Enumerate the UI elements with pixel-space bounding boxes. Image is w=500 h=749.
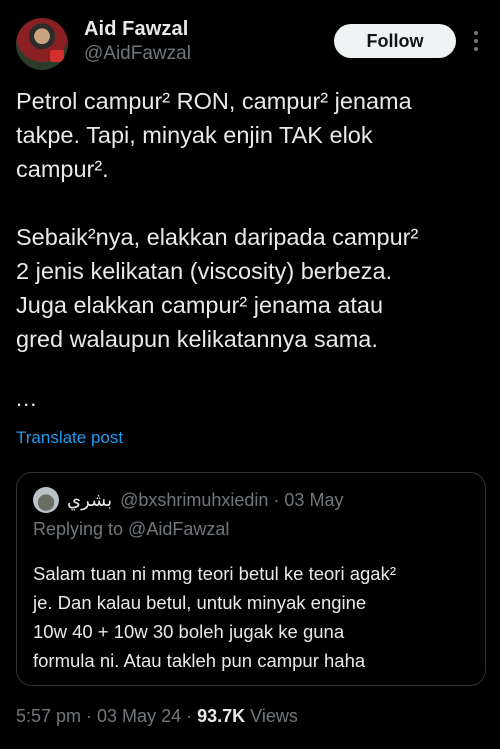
translate-post-link[interactable]: Translate post <box>16 428 123 448</box>
quoted-post-header: بشري @bxshrimuhxiedin · 03 May <box>33 487 343 513</box>
author-handle[interactable]: @AidFawzal <box>84 43 191 65</box>
quoted-author-name: بشري <box>67 489 113 510</box>
quoted-post-card[interactable]: بشري @bxshrimuhxiedin · 03 May Replying … <box>16 472 486 686</box>
post-header: Aid Fawzal @AidFawzal Follow <box>16 14 486 74</box>
quoted-author-handle-date: @bxshrimuhxiedin · 03 May <box>120 489 344 510</box>
post-line: gred walaupun kelikatannya sama. <box>16 326 378 352</box>
author-display-name[interactable]: Aid Fawzal <box>84 18 191 41</box>
author-avatar[interactable] <box>16 18 68 70</box>
quoted-post-text: Salam tuan ni mmg teori betul ke teori a… <box>33 559 473 675</box>
post-line: Petrol campur² RON, campur² jenama <box>16 88 412 114</box>
quoted-line: 10w 40 + 10w 30 boleh jugak ke guna <box>33 621 345 642</box>
quoted-line: formula ni. Atau takleh pun campur haha <box>33 650 366 671</box>
quoted-line: je. Dan kalau betul, untuk minyak engine <box>33 592 367 613</box>
quoted-line: Salam tuan ni mmg teori betul ke teori a… <box>33 563 396 584</box>
views-count: 93.7K <box>197 706 246 726</box>
follow-button[interactable]: Follow <box>334 24 456 58</box>
post-ellipsis: ... <box>16 386 38 411</box>
post-timestamp[interactable]: 5:57 pm · 03 May 24 · <box>16 706 197 726</box>
post-line: Juga elakkan campur² jenama atau <box>16 292 384 318</box>
post-line: campur². <box>16 156 109 182</box>
author-names: Aid Fawzal @AidFawzal <box>84 18 191 65</box>
post-line: takpe. Tapi, minyak enjin TAK elok <box>16 122 373 148</box>
more-options-icon[interactable] <box>471 28 481 54</box>
quoted-replying-to: Replying to @AidFawzal <box>33 519 230 539</box>
quoted-author-avatar <box>33 487 59 513</box>
post-text: Petrol campur² RON, campur² jenama takpe… <box>16 84 484 356</box>
post-metadata: 5:57 pm · 03 May 24 · 93.7K Views <box>16 706 298 727</box>
bib-icon <box>50 50 64 62</box>
post-line: Sebaik²nya, elakkan daripada campur² <box>16 224 419 250</box>
views-label: Views <box>245 706 298 726</box>
post-line: 2 jenis kelikatan (viscosity) berbeza. <box>16 258 393 284</box>
